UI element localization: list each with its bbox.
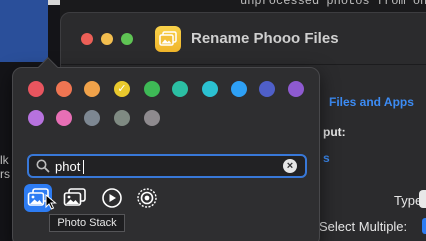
select-multiple-label: Select Multiple: xyxy=(319,219,408,234)
search-icon xyxy=(36,159,50,173)
color-swatch-teal[interactable] xyxy=(172,81,188,97)
clear-search-button[interactable]: × xyxy=(283,159,297,173)
color-swatch-pink[interactable] xyxy=(56,110,72,126)
shortcut-icon[interactable] xyxy=(155,26,181,52)
checkmark-icon: ✓ xyxy=(117,83,127,95)
background-text: unprocessed photos from one xyxy=(240,0,426,8)
icon-search-field[interactable]: × xyxy=(27,154,307,178)
variable-token[interactable]: s xyxy=(323,151,330,165)
color-swatch-indigo[interactable] xyxy=(259,81,275,97)
background-sidebar-line-1: lk xyxy=(0,153,9,167)
type-popup-button[interactable] xyxy=(419,190,426,208)
output-label: put: xyxy=(323,125,346,139)
select-multiple-checkbox[interactable] xyxy=(422,218,426,234)
title-bar: Rename Phooo Files xyxy=(61,13,426,65)
color-swatch-sage[interactable] xyxy=(114,110,130,126)
window-title: Rename Phooo Files xyxy=(191,30,339,47)
color-swatch-green[interactable] xyxy=(144,81,160,97)
color-swatch-blue[interactable] xyxy=(231,81,247,97)
color-swatch-purple[interactable] xyxy=(288,81,304,97)
zoom-button[interactable] xyxy=(121,33,133,45)
text-caret xyxy=(83,160,84,174)
background-blue-panel xyxy=(0,0,48,62)
color-swatch-taupe[interactable] xyxy=(144,110,160,126)
files-and-apps-link[interactable]: Files and Apps xyxy=(329,95,414,109)
color-swatch-red[interactable] xyxy=(28,81,44,97)
icon-picker-popover: ✓ × xyxy=(12,57,320,241)
tooltip: Photo Stack xyxy=(49,214,125,232)
color-swatch-orange[interactable] xyxy=(84,81,100,97)
minimize-button[interactable] xyxy=(101,33,113,45)
target-circle-icon[interactable] xyxy=(133,184,161,212)
photo-icon[interactable] xyxy=(60,184,88,212)
color-swatch-lavender[interactable] xyxy=(28,110,44,126)
icon-search-input[interactable] xyxy=(55,158,275,174)
play-circle-icon[interactable] xyxy=(98,184,126,212)
mouse-pointer-icon xyxy=(45,194,57,210)
color-swatch-yellow[interactable]: ✓ xyxy=(114,81,130,97)
color-swatch-slate[interactable] xyxy=(84,110,100,126)
background-sidebar-line-2: rs xyxy=(0,167,10,181)
color-swatch-cyan[interactable] xyxy=(202,81,218,97)
close-button[interactable] xyxy=(81,33,93,45)
color-swatch-orange-red[interactable] xyxy=(56,81,72,97)
